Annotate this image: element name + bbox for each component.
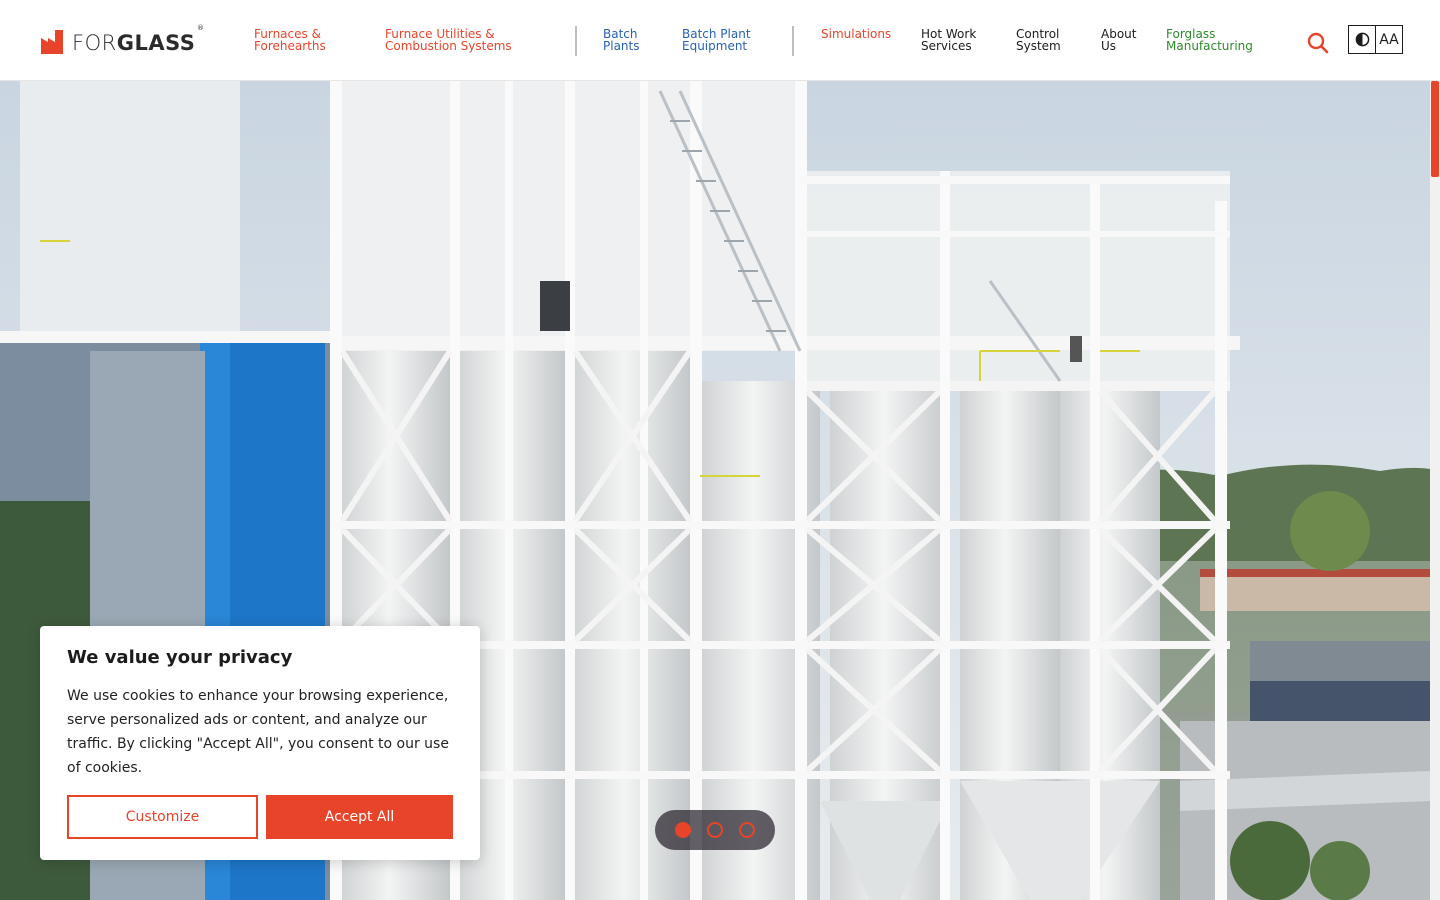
nav-label-line: Services bbox=[921, 39, 972, 53]
accept-all-button[interactable]: Accept All bbox=[266, 795, 453, 839]
nav-label-line: Plants bbox=[603, 39, 640, 53]
accessibility-tools: AA bbox=[1348, 25, 1403, 54]
page-scrollbar[interactable] bbox=[1430, 81, 1440, 900]
nav-label-line: Manufacturing bbox=[1166, 39, 1253, 53]
site-header: FORGLASS ® Furnaces & Forehearths Furnac… bbox=[0, 0, 1440, 81]
nav-batch-plant-equipment[interactable]: Batch Plant Equipment bbox=[682, 28, 751, 52]
slide-dot-3[interactable] bbox=[739, 822, 755, 838]
nav-batch-plants[interactable]: Batch Plants bbox=[603, 28, 640, 52]
slide-dot-1[interactable] bbox=[675, 822, 691, 838]
forglass-logo[interactable]: FORGLASS ® bbox=[41, 24, 204, 55]
scrollbar-thumb[interactable] bbox=[1431, 81, 1439, 177]
nav-label-line: System bbox=[1016, 39, 1061, 53]
factory-logo-icon bbox=[41, 30, 63, 54]
slide-dot-2[interactable] bbox=[707, 822, 723, 838]
nav-control-system[interactable]: Control System bbox=[1016, 28, 1061, 52]
nav-simulations[interactable]: Simulations bbox=[821, 28, 891, 40]
contrast-icon bbox=[1355, 32, 1369, 47]
nav-label-line: Us bbox=[1101, 39, 1117, 53]
cookie-consent-banner: We value your privacy We use cookies to … bbox=[40, 626, 480, 860]
contrast-toggle-button[interactable] bbox=[1348, 25, 1376, 54]
nav-label-line: Forehearths bbox=[254, 39, 326, 53]
font-size-label: AA bbox=[1379, 31, 1399, 48]
cookie-buttons: Customize Accept All bbox=[67, 795, 453, 839]
nav-forglass-manufacturing[interactable]: Forglass Manufacturing bbox=[1166, 28, 1253, 52]
font-size-button[interactable]: AA bbox=[1376, 25, 1403, 54]
logo-text-bold: GLASS bbox=[116, 31, 196, 55]
logo-text-light: FOR bbox=[72, 31, 117, 55]
nav-hot-work-services[interactable]: Hot Work Services bbox=[921, 28, 976, 52]
search-button[interactable] bbox=[1306, 31, 1330, 55]
nav-furnaces-forehearths[interactable]: Furnaces & Forehearths bbox=[254, 28, 326, 52]
cookie-description: We use cookies to enhance your browsing … bbox=[67, 688, 449, 776]
nav-label-line: Simulations bbox=[821, 27, 892, 41]
registered-mark: ® bbox=[197, 24, 204, 32]
nav-label-line: Equipment bbox=[682, 39, 748, 53]
search-icon bbox=[1307, 32, 1329, 54]
nav-divider bbox=[575, 26, 577, 56]
nav-furnace-utilities[interactable]: Furnace Utilities & Combustion Systems bbox=[385, 28, 512, 52]
nav-divider bbox=[792, 26, 794, 56]
slider-pagination bbox=[655, 810, 775, 850]
nav-about-us[interactable]: About Us bbox=[1101, 28, 1136, 52]
customize-button[interactable]: Customize bbox=[67, 795, 258, 839]
nav-label-line: Combustion Systems bbox=[385, 39, 512, 53]
cookie-title: We value your privacy bbox=[67, 647, 293, 668]
